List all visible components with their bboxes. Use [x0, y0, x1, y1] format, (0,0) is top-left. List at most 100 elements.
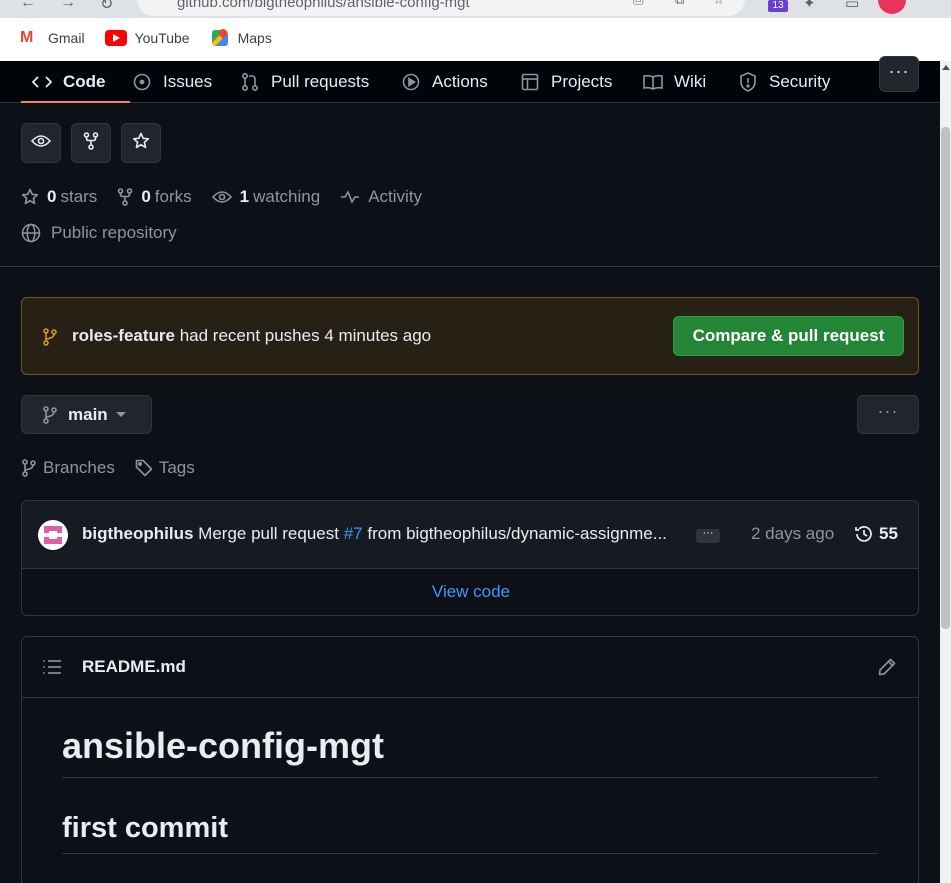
- play-icon: [400, 71, 422, 93]
- globe-icon: [21, 223, 41, 243]
- view-code-link[interactable]: View code: [22, 569, 918, 615]
- forks-count: 0: [141, 187, 151, 206]
- profile-avatar[interactable]: [878, 0, 906, 14]
- tab-label: Issues: [163, 72, 213, 91]
- compare-pull-request-button[interactable]: Compare & pull request: [673, 316, 904, 356]
- readme-header: README.md: [22, 637, 918, 698]
- extension-badge[interactable]: 13: [768, 0, 788, 12]
- tab-security[interactable]: Security: [737, 61, 830, 103]
- visibility-label: Public repository: [51, 223, 177, 242]
- tab-wiki[interactable]: Wiki: [642, 61, 706, 103]
- bookmark-label: YouTube: [134, 30, 190, 46]
- watching-label: watching: [253, 187, 321, 206]
- tab-projects[interactable]: Projects: [519, 61, 612, 103]
- scroll-thumb[interactable]: [941, 127, 950, 629]
- issue-icon: [131, 71, 153, 93]
- history-icon: [855, 526, 872, 542]
- bookmarks-bar: M Gmail YouTube Maps: [0, 24, 272, 52]
- branches-label: Branches: [43, 458, 115, 477]
- fork-icon: [118, 188, 133, 206]
- book-icon: [642, 71, 664, 93]
- expand-commit-message-button[interactable]: ···: [696, 528, 720, 543]
- youtube-icon: [104, 30, 127, 46]
- stars-link[interactable]: 0 stars: [21, 187, 97, 207]
- tab-label: Code: [63, 72, 106, 91]
- tags-link[interactable]: Tags: [135, 458, 195, 478]
- readme-filename[interactable]: README.md: [82, 657, 186, 677]
- pull-request-icon: [239, 71, 261, 93]
- bookmark-maps[interactable]: Maps: [210, 30, 272, 46]
- bookmark-label: Gmail: [48, 30, 85, 46]
- current-branch: main: [68, 404, 108, 424]
- watch-button[interactable]: [21, 123, 61, 163]
- pushed-branch-name[interactable]: roles-feature: [72, 326, 175, 345]
- push-message: roles-feature had recent pushes 4 minute…: [72, 326, 431, 346]
- share-icon[interactable]: ⎙: [633, 0, 643, 8]
- eye-icon: [30, 134, 52, 153]
- bookmark-label: Maps: [237, 30, 272, 46]
- readme-heading-2: first commit: [62, 812, 878, 854]
- gmail-icon: M: [20, 29, 34, 46]
- tab-actions[interactable]: Actions: [400, 61, 488, 103]
- commit-count: 55: [879, 524, 898, 543]
- repo-stats: 0 stars 0 forks 1 watching Activity: [21, 184, 442, 210]
- extensions-icon[interactable]: ✦: [803, 0, 816, 12]
- outline-list-icon[interactable]: [42, 659, 62, 680]
- commit-author[interactable]: bigtheophilus: [82, 524, 193, 543]
- bookmark-youtube[interactable]: YouTube: [104, 30, 190, 46]
- branches-link[interactable]: Branches: [21, 458, 115, 478]
- tab-label: Actions: [432, 72, 488, 91]
- forward-icon[interactable]: →: [60, 0, 76, 12]
- latest-commit-header: bigtheophilus Merge pull request #7 from…: [22, 501, 918, 569]
- bookmark-gmail[interactable]: M Gmail: [20, 29, 85, 47]
- activity-link[interactable]: Activity: [340, 187, 422, 207]
- branch-selector[interactable]: main: [21, 395, 152, 434]
- page-scrollbar[interactable]: [940, 61, 951, 883]
- browser-chrome: ← → ↻ github.com/bigtheophilus/ansible-c…: [0, 0, 951, 61]
- star-button[interactable]: [121, 123, 161, 163]
- address-bar-url[interactable]: github.com/bigtheophilus/ansible-config-…: [177, 0, 470, 11]
- commit-history-link[interactable]: 55: [854, 524, 898, 544]
- section-divider: [0, 266, 940, 267]
- commit-message: bigtheophilus Merge pull request #7 from…: [82, 524, 686, 544]
- back-icon[interactable]: ←: [20, 0, 36, 12]
- bookmark-star-icon[interactable]: ☆: [713, 0, 725, 8]
- tab-pull-requests[interactable]: Pull requests: [239, 61, 369, 103]
- tab-code[interactable]: Code: [21, 61, 129, 103]
- pull-request-link[interactable]: #7: [344, 524, 363, 543]
- repo-nav: Code Issues Pull requests Actions Projec…: [0, 61, 940, 103]
- forks-link[interactable]: 0 forks: [117, 187, 192, 207]
- pencil-icon[interactable]: [877, 657, 897, 682]
- reload-icon[interactable]: ↻: [100, 0, 113, 14]
- address-bar[interactable]: github.com/bigtheophilus/ansible-config-…: [137, 0, 745, 16]
- window-icon[interactable]: ▭: [845, 0, 859, 12]
- watching-link[interactable]: 1 watching: [211, 187, 321, 207]
- tab-label: Pull requests: [271, 72, 370, 91]
- repo-nav-more-button[interactable]: ···: [879, 56, 919, 92]
- branch-icon: [43, 405, 57, 424]
- avatar[interactable]: [38, 520, 68, 550]
- recent-push-banner: roles-feature had recent pushes 4 minute…: [21, 297, 919, 375]
- commit-message-suffix[interactable]: from bigtheophilus/dynamic-assignme...: [367, 524, 667, 543]
- commit-message-prefix[interactable]: Merge pull request: [198, 524, 339, 543]
- tab-issues[interactable]: Issues: [131, 61, 212, 103]
- tab-label: Projects: [551, 72, 613, 91]
- shield-icon: [737, 71, 759, 93]
- code-more-button[interactable]: ···: [857, 395, 919, 434]
- forks-label: forks: [154, 187, 192, 206]
- fork-button[interactable]: [71, 123, 111, 163]
- table-icon: [519, 71, 541, 93]
- tags-label: Tags: [158, 458, 195, 477]
- chevron-down-icon: [115, 412, 126, 417]
- commit-time[interactable]: 2 days ago: [751, 524, 834, 544]
- tag-icon: [135, 459, 153, 477]
- pulse-icon: [341, 190, 360, 204]
- scroll-up-icon[interactable]: [942, 65, 950, 70]
- star-icon: [21, 188, 39, 205]
- tab-search-icon[interactable]: ⧉: [675, 0, 684, 8]
- readme-heading-1: ansible-config-mgt: [62, 725, 878, 778]
- push-status: had recent pushes 4 minutes ago: [179, 326, 432, 345]
- visibility-info: Public repository: [21, 220, 177, 246]
- activity-label: Activity: [368, 187, 423, 206]
- branch-icon: [42, 328, 58, 351]
